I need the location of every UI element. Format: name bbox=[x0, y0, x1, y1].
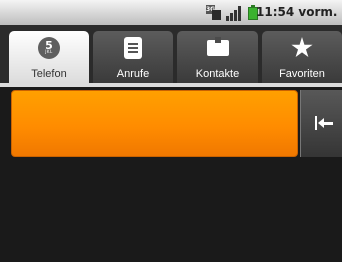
3g-data-icon: 3G bbox=[205, 4, 222, 21]
digits-field[interactable] bbox=[11, 90, 298, 157]
tab-label: Kontakte bbox=[195, 68, 240, 80]
tab-anrufe[interactable]: Anrufe bbox=[93, 31, 173, 83]
backspace-arrow-icon bbox=[315, 114, 333, 132]
star-icon bbox=[291, 37, 313, 58]
contacts-icon bbox=[206, 37, 229, 57]
tab-bar: 5 JKL Telefon Anrufe Kontakte Favoriten bbox=[0, 25, 342, 83]
tab-label: Favoriten bbox=[279, 68, 325, 80]
tab-label: Anrufe bbox=[116, 68, 150, 80]
tab-favoriten[interactable]: Favoriten bbox=[262, 31, 342, 83]
tab-kontakte[interactable]: Kontakte bbox=[177, 31, 258, 83]
backspace-button[interactable] bbox=[300, 90, 342, 157]
tab-label: Telefon bbox=[31, 68, 67, 80]
call-log-icon bbox=[124, 37, 142, 59]
tab-telefon[interactable]: 5 JKL Telefon bbox=[9, 31, 89, 83]
dialpad-icon: 5 JKL bbox=[38, 37, 60, 59]
status-time: 11:54 vorm. bbox=[256, 5, 338, 19]
status-bar: 3G 11:54 vorm. bbox=[0, 0, 342, 25]
signal-strength-icon bbox=[226, 4, 243, 21]
